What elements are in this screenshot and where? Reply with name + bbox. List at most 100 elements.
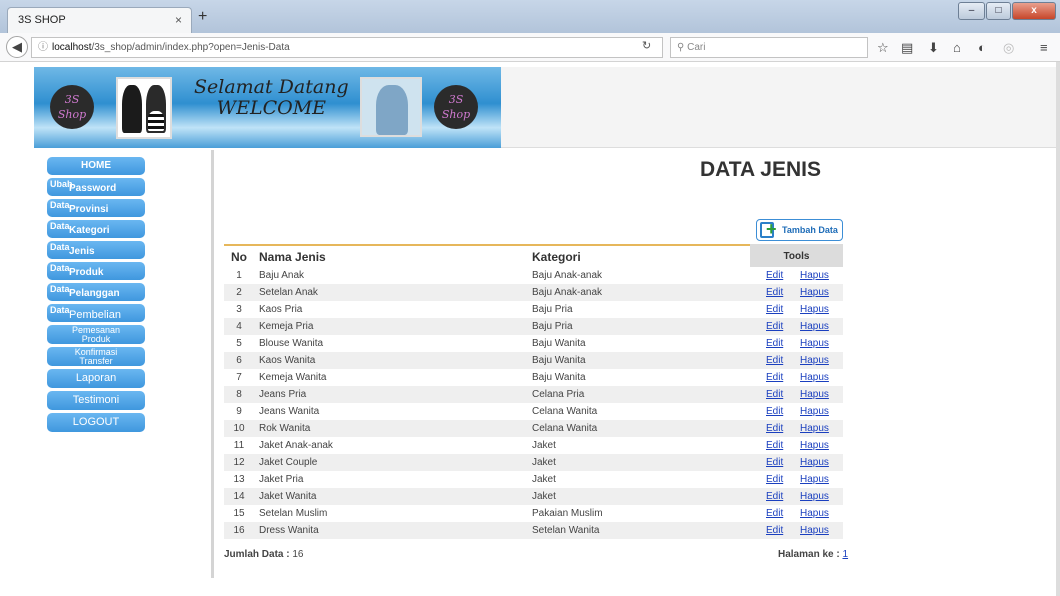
hapus-link[interactable]: Hapus bbox=[800, 406, 829, 417]
add-data-button[interactable]: + Tambah Data bbox=[756, 219, 843, 241]
tab-close-icon[interactable]: × bbox=[175, 13, 182, 27]
menu-data-produk[interactable]: Data Produk bbox=[47, 262, 145, 280]
search-placeholder: Cari bbox=[687, 42, 706, 53]
hapus-link[interactable]: Hapus bbox=[800, 440, 829, 451]
reading-list-icon[interactable]: ▤ bbox=[901, 40, 913, 56]
menu-hamburger-icon[interactable]: ≡ bbox=[1040, 40, 1048, 55]
row-no: 13 bbox=[233, 474, 245, 485]
row-no: 4 bbox=[224, 318, 254, 335]
row-no: 14 bbox=[224, 488, 254, 505]
menu-laporan[interactable]: Laporan bbox=[47, 369, 145, 388]
row-nama-jenis: Baju Anak bbox=[259, 270, 305, 281]
edit-link[interactable]: Edit bbox=[766, 525, 783, 536]
row-no: 1 bbox=[236, 270, 242, 281]
hapus-link[interactable]: Hapus bbox=[800, 491, 829, 502]
hapus-link[interactable]: Hapus bbox=[800, 355, 829, 366]
edit-link[interactable]: Edit bbox=[766, 406, 783, 417]
row-no: 7 bbox=[236, 372, 242, 383]
table-row: 3 Kaos Pria Baju Pria Edit Hapus bbox=[224, 301, 843, 318]
hapus-link[interactable]: Hapus bbox=[800, 389, 829, 400]
row-nama-jenis: Kemeja Pria bbox=[254, 318, 532, 335]
bookmark-star-icon[interactable]: ☆ bbox=[877, 40, 889, 56]
banner-photo-women bbox=[116, 77, 172, 139]
col-no: No bbox=[224, 244, 254, 267]
menu-logout[interactable]: LOGOUT bbox=[47, 413, 145, 432]
table-row: 7 Kemeja Wanita Baju Wanita Edit Hapus bbox=[224, 369, 843, 386]
menu-data-provinsi[interactable]: Data Provinsi bbox=[47, 199, 145, 217]
pocket-icon[interactable]: ◐ bbox=[978, 40, 986, 55]
page-title: DATA JENIS bbox=[700, 158, 821, 181]
row-nama-jenis: Jaket Pria bbox=[259, 474, 304, 485]
window-close-icon[interactable]: x bbox=[1012, 2, 1056, 20]
maximize-icon[interactable]: □ bbox=[986, 2, 1011, 20]
scrollbar[interactable] bbox=[1056, 62, 1060, 596]
edit-link[interactable]: Edit bbox=[766, 321, 783, 332]
menu-ubah-password[interactable]: Ubah Password bbox=[47, 178, 145, 196]
search-input[interactable]: ⚲ Cari bbox=[670, 37, 868, 58]
menu-konfirmasi-transfer[interactable]: Konfirmasi Transfer bbox=[47, 347, 145, 366]
edit-link[interactable]: Edit bbox=[766, 389, 783, 400]
edit-link[interactable]: Edit bbox=[766, 423, 783, 434]
downloads-icon[interactable]: ⬇ bbox=[928, 40, 939, 56]
hapus-link[interactable]: Hapus bbox=[800, 321, 829, 332]
menu-home[interactable]: HOME bbox=[47, 157, 145, 175]
edit-link[interactable]: Edit bbox=[766, 440, 783, 451]
menu-data-pembelian[interactable]: Data Pembelian bbox=[47, 304, 145, 322]
banner-photo-man bbox=[360, 77, 422, 137]
edit-link[interactable]: Edit bbox=[766, 270, 783, 281]
row-no: 2 bbox=[224, 284, 254, 301]
new-tab-icon[interactable]: + bbox=[198, 8, 207, 26]
edit-link[interactable]: Edit bbox=[766, 372, 783, 383]
pagination: Halaman ke : 1 bbox=[778, 549, 849, 560]
row-nama-jenis: Jaket Wanita bbox=[254, 488, 532, 505]
row-no: 10 bbox=[224, 420, 254, 437]
total-count: Jumlah Data : 16 bbox=[224, 549, 304, 560]
edit-link[interactable]: Edit bbox=[766, 474, 783, 485]
page-link[interactable]: 1 bbox=[842, 549, 848, 560]
row-nama-jenis: Setelan Anak bbox=[254, 284, 532, 301]
hapus-link[interactable]: Hapus bbox=[800, 304, 829, 315]
addon-icon[interactable]: ◎ bbox=[1003, 40, 1014, 56]
hapus-link[interactable]: Hapus bbox=[800, 270, 829, 281]
menu-pemesanan-produk[interactable]: Pemesanan Produk bbox=[47, 325, 145, 344]
hapus-link[interactable]: Hapus bbox=[800, 508, 829, 519]
edit-link[interactable]: Edit bbox=[766, 338, 783, 349]
table-row: 11 Jaket Anak-anak Jaket Edit Hapus bbox=[224, 437, 843, 454]
edit-link[interactable]: Edit bbox=[766, 491, 783, 502]
row-kategori: Celana Wanita bbox=[532, 406, 598, 417]
row-kategori: Celana Wanita bbox=[532, 420, 750, 437]
hapus-link[interactable]: Hapus bbox=[800, 525, 829, 536]
edit-link[interactable]: Edit bbox=[766, 457, 783, 468]
row-nama-jenis: Kemeja Wanita bbox=[259, 372, 327, 383]
edit-link[interactable]: Edit bbox=[766, 304, 783, 315]
back-arrow-icon[interactable]: ◀ bbox=[6, 36, 28, 58]
hapus-link[interactable]: Hapus bbox=[800, 372, 829, 383]
hapus-link[interactable]: Hapus bbox=[800, 338, 829, 349]
menu-data-pelanggan[interactable]: Data Pelanggan bbox=[47, 283, 145, 301]
hapus-link[interactable]: Hapus bbox=[800, 457, 829, 468]
reload-icon[interactable]: ↻ bbox=[642, 39, 651, 52]
edit-link[interactable]: Edit bbox=[766, 287, 783, 298]
home-icon[interactable]: ⌂ bbox=[953, 40, 961, 55]
table-row: 8 Jeans Pria Celana Pria Edit Hapus bbox=[224, 386, 843, 403]
row-kategori: Jaket bbox=[532, 488, 750, 505]
edit-link[interactable]: Edit bbox=[766, 508, 783, 519]
info-icon[interactable]: ⓘ bbox=[38, 42, 48, 53]
table-row: 5 Blouse Wanita Baju Wanita Edit Hapus bbox=[224, 335, 843, 352]
hapus-link[interactable]: Hapus bbox=[800, 287, 829, 298]
address-bar[interactable]: ⓘ localhost/3s_shop/admin/index.php?open=… bbox=[31, 37, 663, 58]
menu-data-kategori[interactable]: Data Kategori bbox=[47, 220, 145, 238]
welcome-text: Selamat Datang WELCOME bbox=[194, 76, 349, 119]
hapus-link[interactable]: Hapus bbox=[800, 423, 829, 434]
browser-tab[interactable]: 3S SHOP × bbox=[7, 7, 192, 34]
minimize-icon[interactable]: – bbox=[958, 2, 985, 20]
row-kategori: Jaket bbox=[532, 454, 750, 471]
menu-testimoni[interactable]: Testimoni bbox=[47, 391, 145, 410]
edit-link[interactable]: Edit bbox=[766, 355, 783, 366]
shop-logo: 3S Shop bbox=[50, 85, 94, 129]
row-nama-jenis: Jeans Wanita bbox=[259, 406, 320, 417]
menu-data-jenis[interactable]: Data Jenis bbox=[47, 241, 145, 259]
row-kategori: Baju Pria bbox=[532, 304, 573, 315]
table-row: 13 Jaket Pria Jaket Edit Hapus bbox=[224, 471, 843, 488]
hapus-link[interactable]: Hapus bbox=[800, 474, 829, 485]
